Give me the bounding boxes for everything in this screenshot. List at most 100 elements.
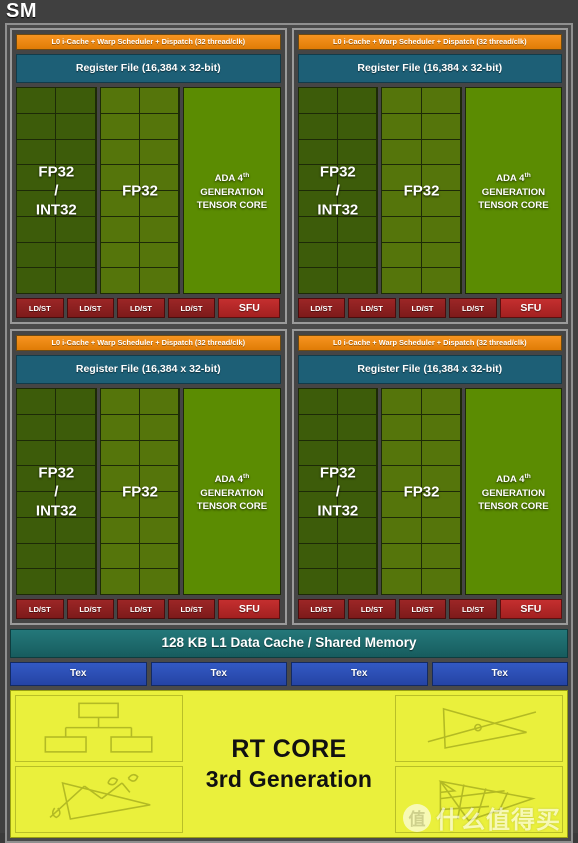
core-cell (421, 113, 460, 140)
fp32-core-block: FP32 (381, 87, 462, 294)
core-cell (298, 389, 337, 415)
core-cell (17, 414, 56, 441)
core-cell (298, 113, 337, 140)
core-column (100, 389, 141, 594)
core-cell (100, 569, 140, 594)
core-cell (17, 113, 56, 140)
ldst-unit: LD/ST (297, 298, 346, 318)
core-cell (382, 139, 421, 166)
ldst-unit: LD/ST (16, 298, 64, 318)
core-cell (382, 242, 421, 269)
core-cell (56, 88, 95, 114)
core-cell (337, 466, 377, 492)
core-cell (421, 517, 460, 544)
core-column (17, 88, 57, 293)
core-cell (421, 139, 460, 166)
core-cell (140, 88, 179, 114)
warp-scheduler-bar: L0 i-Cache + Warp Scheduler + Dispatch (… (16, 335, 281, 351)
core-cell (298, 165, 337, 191)
core-cell (17, 242, 56, 269)
tensor-label-line3: TENSOR CORE (196, 199, 268, 211)
core-cell (140, 543, 179, 570)
core-column (56, 389, 96, 594)
tex-unit: Tex (291, 662, 428, 686)
tensor-label-line1: ADA 4 (496, 474, 525, 486)
core-cell (382, 216, 421, 243)
core-cell (298, 569, 337, 594)
tensor-core-block: ADA 4th GENERATION TENSOR CORE (183, 87, 281, 294)
core-cell (421, 268, 460, 293)
core-array: FP32 / INT32 FP32 ADA 4th GENERATION TEN… (297, 87, 562, 294)
core-column (17, 389, 57, 594)
tensor-core-label: ADA 4th GENERATION TENSOR CORE (475, 470, 551, 512)
tensor-label-line2: GENERATION (481, 487, 546, 499)
core-cell (382, 543, 421, 570)
core-cell (337, 569, 377, 594)
core-cell (421, 242, 460, 269)
core-cell (100, 440, 140, 467)
core-cell (17, 543, 56, 570)
tensor-label-line2: GENERATION (200, 186, 264, 198)
core-column (382, 88, 422, 293)
core-cell (56, 216, 95, 243)
core-cell (337, 440, 377, 467)
fp32-int32-core-block: FP32 / INT32 (297, 87, 379, 294)
warp-scheduler-bar: L0 i-Cache + Warp Scheduler + Dispatch (… (297, 335, 562, 351)
core-cell (337, 389, 377, 415)
ldst-unit: LD/ST (348, 298, 396, 318)
core-cell (337, 517, 377, 544)
tensor-label-line1: ADA 4 (214, 173, 244, 185)
core-array: FP32 / INT32 FP32 ADA 4th GENERATION TEN… (16, 87, 281, 294)
ldst-unit: LD/ST (398, 298, 447, 318)
bvh-mesh-icon (395, 766, 563, 834)
rt-core-block: RT CORE 3rd Generation 值 什么值得买 (10, 690, 568, 839)
core-cell (56, 569, 95, 594)
core-cell (298, 216, 337, 243)
core-cell (337, 492, 377, 518)
core-column (140, 88, 180, 293)
core-cell (382, 414, 421, 441)
core-column (421, 88, 461, 293)
core-cell (421, 88, 460, 114)
core-cell (56, 543, 95, 570)
bvh-tree-icon (15, 695, 183, 763)
ldst-sfu-row: LD/ST LD/ST LD/ST LD/ST SFU (16, 298, 281, 318)
core-cell (298, 191, 337, 217)
core-cell (56, 414, 95, 441)
ldst-unit: LD/ST (66, 599, 115, 619)
core-cell (298, 517, 337, 544)
processing-block-2: L0 i-Cache + Warp Scheduler + Dispatch (… (10, 329, 287, 625)
core-cell (298, 242, 337, 269)
core-column (298, 88, 338, 293)
ldst-unit: LD/ST (117, 599, 165, 619)
rt-core-text: RT CORE 3rd Generation (187, 695, 392, 833)
core-cell (421, 414, 460, 441)
processing-block-grid: L0 i-Cache + Warp Scheduler + Dispatch (… (10, 28, 568, 625)
core-cell (421, 165, 460, 191)
rt-core-subtitle: 3rd Generation (205, 766, 373, 793)
sfu-unit: SFU (499, 599, 562, 619)
core-cell (337, 242, 377, 269)
processing-block-0: L0 i-Cache + Warp Scheduler + Dispatch (… (10, 28, 287, 324)
core-cell (140, 466, 179, 492)
core-cell (382, 440, 421, 467)
core-cell (298, 466, 337, 492)
register-file-bar: Register File (16,384 x 32-bit) (16, 355, 281, 384)
l1-data-cache-bar: 128 KB L1 Data Cache / Shared Memory (10, 629, 568, 658)
ldst-sfu-row: LD/ST LD/ST LD/ST LD/ST SFU (16, 599, 281, 619)
tensor-core-label: ADA 4th GENERATION TENSOR CORE (194, 470, 270, 512)
core-cell (100, 517, 140, 544)
core-cell (382, 88, 421, 114)
tensor-core-label: ADA 4th GENERATION TENSOR CORE (194, 169, 270, 211)
core-cell (56, 389, 95, 415)
core-cell (337, 268, 377, 293)
core-column (140, 389, 180, 594)
tensor-label-line1: ADA 4 (214, 474, 244, 486)
core-cell (100, 216, 140, 243)
fp32-int32-core-block: FP32 / INT32 (297, 388, 379, 595)
core-column (337, 389, 378, 594)
core-cell (17, 389, 56, 415)
core-cell (421, 543, 460, 570)
core-cell (17, 216, 56, 243)
core-cell (100, 113, 140, 140)
